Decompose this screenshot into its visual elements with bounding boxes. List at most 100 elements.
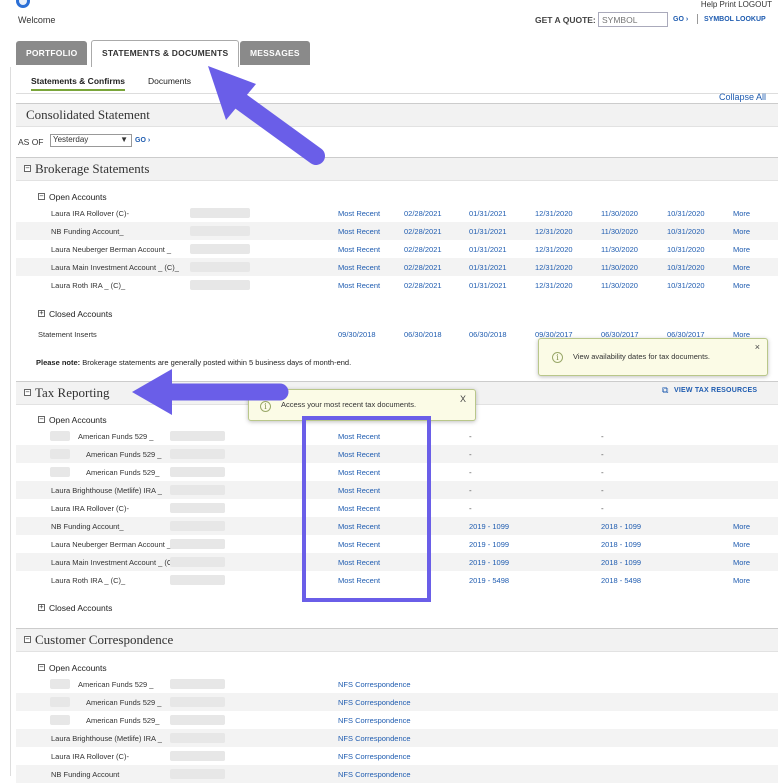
collapse-icon[interactable]: − xyxy=(38,193,45,200)
quote-go-button[interactable]: GO › xyxy=(673,16,688,23)
top-links[interactable]: Help Print LOGOUT xyxy=(701,0,772,9)
collapse-icon[interactable]: − xyxy=(38,664,45,671)
insert-date-link[interactable]: 06/30/2018 xyxy=(404,330,442,339)
account-name: Laura IRA Rollover (C)- xyxy=(51,504,129,513)
redacted-block xyxy=(170,485,225,495)
more-link[interactable]: More xyxy=(733,245,750,254)
close-icon[interactable]: X xyxy=(460,394,466,404)
tab-statements-documents[interactable]: STATEMENTS & DOCUMENTS xyxy=(91,40,240,68)
symbol-input[interactable] xyxy=(598,12,668,27)
statement-date-link[interactable]: 11/30/2020 xyxy=(601,281,638,290)
tax-form-link[interactable]: 2019 - 1099 xyxy=(469,558,509,567)
tax-form-link[interactable]: 2018 - 1099 xyxy=(601,522,641,531)
collapse-icon[interactable]: − xyxy=(38,416,45,423)
view-tax-resources-link[interactable]: VIEW TAX RESOURCES xyxy=(674,387,757,394)
table-row xyxy=(16,204,778,222)
nfs-correspondence-link[interactable]: NFS Correspondence xyxy=(338,680,411,689)
redacted-block xyxy=(170,679,225,689)
expand-icon[interactable]: + xyxy=(38,310,45,317)
statement-date-link[interactable]: 11/30/2020 xyxy=(601,227,638,236)
statement-date-link[interactable]: 02/28/2021 xyxy=(404,245,442,254)
tax-form-link[interactable]: 2019 - 5498 xyxy=(469,576,509,585)
tax-form-link: - xyxy=(601,432,604,441)
more-link[interactable]: More xyxy=(733,558,750,567)
statement-date-link[interactable]: 01/31/2021 xyxy=(469,209,507,218)
tax-form-link[interactable]: 2018 - 1099 xyxy=(601,540,641,549)
open-accounts-label: Open Accounts xyxy=(49,663,107,673)
statement-date-link[interactable]: 10/31/2020 xyxy=(667,263,705,272)
most-recent-link[interactable]: Most Recent xyxy=(338,209,380,218)
quote-label: GET A QUOTE: xyxy=(535,15,596,25)
info-icon: i xyxy=(260,401,271,412)
expand-icon[interactable]: + xyxy=(38,604,45,611)
more-link[interactable]: More xyxy=(733,522,750,531)
more-link[interactable]: More xyxy=(733,209,750,218)
as-of-value: Yesterday xyxy=(53,135,89,144)
statement-date-link[interactable]: 01/31/2021 xyxy=(469,281,507,290)
statement-date-link[interactable]: 01/31/2021 xyxy=(469,245,507,254)
redacted-block xyxy=(170,503,225,513)
tax-form-link[interactable]: 2018 - 1099 xyxy=(601,558,641,567)
collapse-icon[interactable]: − xyxy=(24,165,31,172)
more-link[interactable]: More xyxy=(733,576,750,585)
more-link[interactable]: More xyxy=(733,281,750,290)
statement-date-link[interactable]: 11/30/2020 xyxy=(601,263,638,272)
most-recent-link[interactable]: Most Recent xyxy=(338,263,380,272)
info-icon: i xyxy=(552,352,563,363)
as-of-select[interactable]: Yesterday ▼ xyxy=(50,134,132,147)
brokerage-title: Brokerage Statements xyxy=(35,161,150,176)
nfs-correspondence-link[interactable]: NFS Correspondence xyxy=(338,770,411,779)
tax-form-link[interactable]: 2019 - 1099 xyxy=(469,522,509,531)
statement-date-link[interactable]: 12/31/2020 xyxy=(535,227,573,236)
statement-date-link[interactable]: 12/31/2020 xyxy=(535,245,573,254)
nfs-correspondence-link[interactable]: NFS Correspondence xyxy=(338,698,411,707)
statement-date-link[interactable]: 02/28/2021 xyxy=(404,281,442,290)
statement-date-link[interactable]: 02/28/2021 xyxy=(404,209,442,218)
as-of-go-button[interactable]: GO › xyxy=(135,137,150,144)
tax-form-link[interactable]: 2018 - 5498 xyxy=(601,576,641,585)
account-name: Laura Main Investment Account _ (C)_ xyxy=(51,263,179,272)
statement-date-link[interactable]: 12/31/2020 xyxy=(535,281,573,290)
statement-date-link[interactable]: 02/28/2021 xyxy=(404,263,442,272)
subtab-documents[interactable]: Documents xyxy=(148,76,191,86)
tab-portfolio[interactable]: PORTFOLIO xyxy=(16,41,88,65)
statement-date-link[interactable]: 10/31/2020 xyxy=(667,281,705,290)
more-link[interactable]: More xyxy=(733,227,750,236)
collapse-icon[interactable]: − xyxy=(24,389,31,396)
most-recent-link[interactable]: Most Recent xyxy=(338,281,380,290)
redacted-block xyxy=(170,557,225,567)
collapse-icon[interactable]: − xyxy=(24,636,31,643)
most-recent-link[interactable]: Most Recent xyxy=(338,245,380,254)
tax-form-link[interactable]: 2019 - 1099 xyxy=(469,540,509,549)
statement-date-link[interactable]: 12/31/2020 xyxy=(535,209,573,218)
symbol-lookup-link[interactable]: SYMBOL LOOKUP xyxy=(704,16,766,23)
insert-date-link[interactable]: 06/30/2018 xyxy=(469,330,507,339)
statement-date-link[interactable]: 01/31/2021 xyxy=(469,263,507,272)
as-of-label: AS OF xyxy=(18,137,44,147)
subtab-statements-confirms[interactable]: Statements & Confirms xyxy=(31,76,125,91)
close-icon[interactable]: × xyxy=(755,342,760,352)
statement-date-link[interactable]: 02/28/2021 xyxy=(404,227,442,236)
account-name: American Funds 529 _ xyxy=(86,450,162,459)
statement-date-link[interactable]: 11/30/2020 xyxy=(601,209,638,218)
statement-date-link[interactable]: 10/31/2020 xyxy=(667,227,705,236)
collapse-all-link[interactable]: Collapse All xyxy=(719,92,766,102)
tax-form-link: - xyxy=(601,468,604,477)
nfs-correspondence-link[interactable]: NFS Correspondence xyxy=(338,752,411,761)
more-link[interactable]: More xyxy=(733,540,750,549)
more-link[interactable]: More xyxy=(733,263,750,272)
most-recent-link[interactable]: Most Recent xyxy=(338,227,380,236)
brokerage-note: Please note: Brokerage statements are ge… xyxy=(36,358,351,367)
tab-messages[interactable]: MESSAGES xyxy=(240,41,310,65)
nfs-correspondence-link[interactable]: NFS Correspondence xyxy=(338,734,411,743)
statement-date-link[interactable]: 11/30/2020 xyxy=(601,245,638,254)
statement-date-link[interactable]: 12/31/2020 xyxy=(535,263,573,272)
statement-date-link[interactable]: 01/31/2021 xyxy=(469,227,507,236)
redacted-block xyxy=(170,697,225,707)
nfs-correspondence-link[interactable]: NFS Correspondence xyxy=(338,716,411,725)
statement-date-link[interactable]: 10/31/2020 xyxy=(667,209,705,218)
statement-date-link[interactable]: 10/31/2020 xyxy=(667,245,705,254)
redacted-block xyxy=(50,715,70,725)
insert-date-link[interactable]: 09/30/2018 xyxy=(338,330,376,339)
account-name: American Funds 529 _ xyxy=(78,680,154,689)
